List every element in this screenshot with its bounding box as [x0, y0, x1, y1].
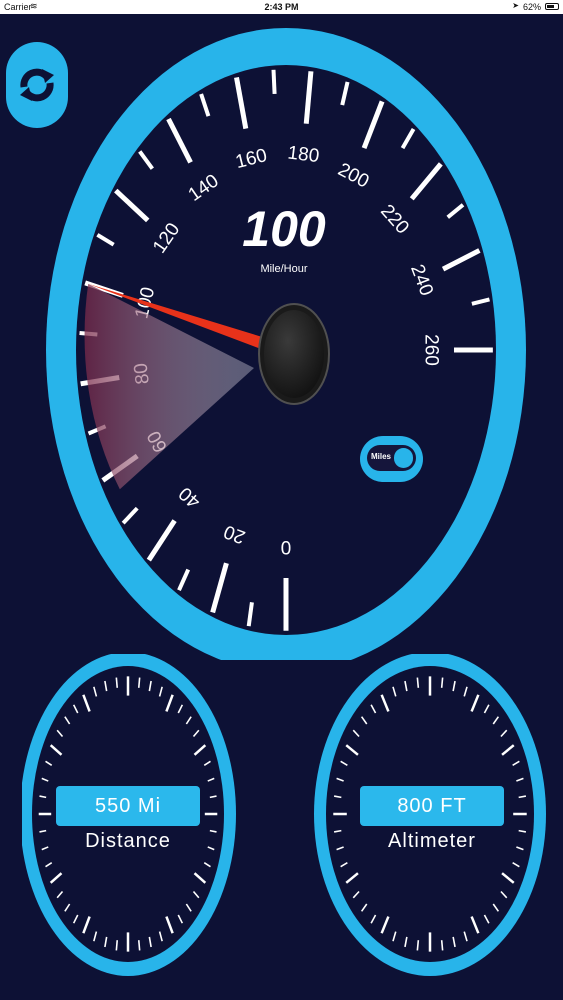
gauge-tick	[440, 940, 444, 951]
gauge-tick	[416, 940, 420, 951]
speed-readout: 100	[242, 201, 326, 257]
gauge-tick	[115, 940, 119, 951]
speed-unit-label: Mile/Hour	[260, 263, 307, 275]
toggle-label: Miles	[371, 452, 392, 461]
altimeter-label: Altimeter	[388, 830, 476, 852]
speed-label: 260	[420, 334, 441, 366]
miles-toggle[interactable]: Miles	[360, 436, 423, 482]
altimeter-gauge: 800 FT Altimeter	[314, 654, 550, 1000]
gauge-tick	[416, 677, 420, 688]
distance-gauge-dial	[22, 654, 236, 976]
speed-tick	[271, 69, 277, 95]
gauge-tick	[137, 677, 141, 688]
distance-gauge: 550 Mi Distance	[22, 654, 258, 1000]
speed-label: 180	[286, 142, 320, 167]
gauge-tick	[115, 677, 119, 688]
speedometer: 020406080100120140160180200220240260 100…	[46, 28, 526, 660]
gauge-tick	[440, 677, 444, 688]
toggle-track: Miles	[367, 445, 416, 471]
distance-readout: 550 Mi	[56, 786, 200, 826]
altimeter-gauge-dial	[314, 654, 546, 976]
needle-hub	[264, 310, 324, 398]
toggle-knob	[394, 448, 413, 468]
distance-label: Distance	[85, 830, 171, 852]
gauge-tick	[137, 940, 141, 951]
speed-label: 0	[281, 536, 292, 557]
refresh-icon	[20, 68, 54, 102]
refresh-button[interactable]	[6, 42, 68, 128]
altimeter-readout: 800 FT	[360, 786, 504, 826]
